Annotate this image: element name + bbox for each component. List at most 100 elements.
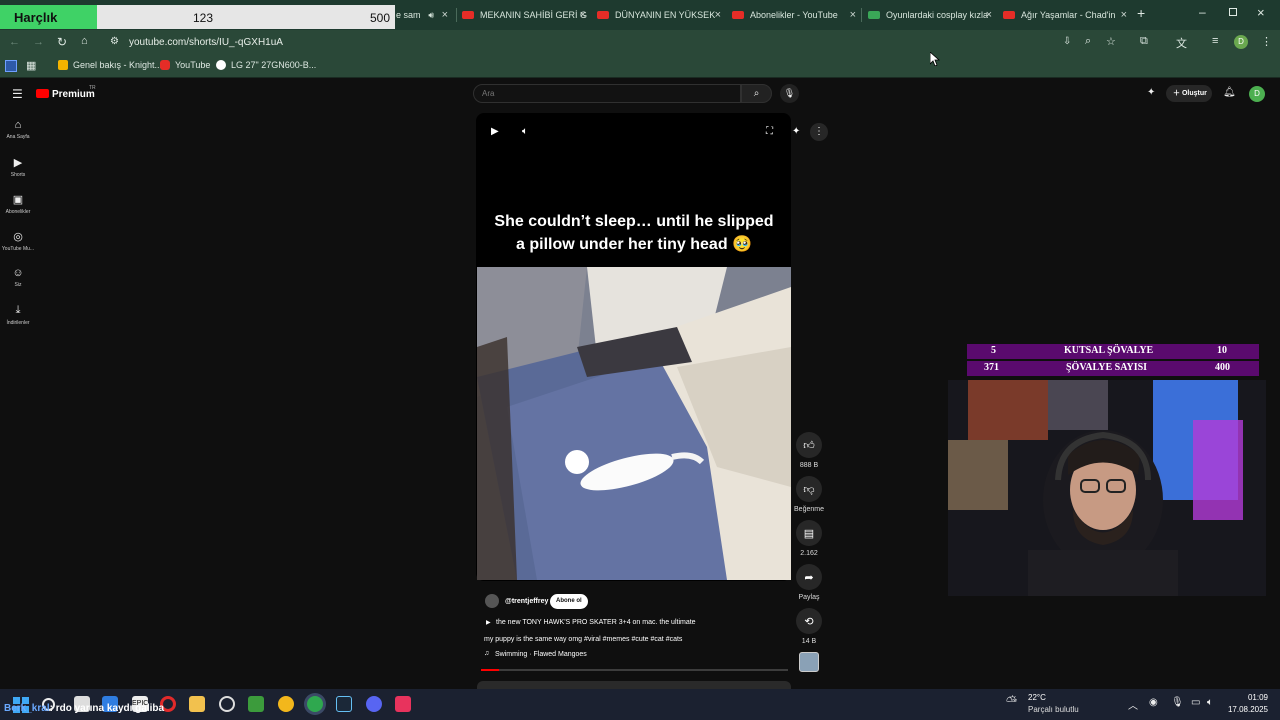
sidebar-label: Ana Sayfa: [6, 134, 30, 140]
xbox-icon[interactable]: [248, 696, 264, 712]
download-icon: ⤓: [15, 304, 21, 316]
next-short-preview[interactable]: [477, 681, 791, 689]
network-icon[interactable]: ▭: [1191, 697, 1200, 708]
clock-date[interactable]: 17.08.2025: [1226, 705, 1268, 714]
play-icon[interactable]: ▶: [491, 126, 499, 137]
new-tab-icon[interactable]: +: [1137, 5, 1145, 21]
fullscreen-icon[interactable]: ⛶: [766, 126, 773, 137]
sidebar-item-subscriptions[interactable]: ▣ Abonelikler: [0, 193, 36, 215]
sidebar-item-youtube-music[interactable]: ◎ YouTube Mu...: [0, 230, 36, 252]
clock-time[interactable]: 01:09: [1230, 693, 1268, 702]
file-explorer-icon[interactable]: [189, 696, 205, 712]
subscribe-button[interactable]: Abone ol: [550, 594, 588, 609]
close-tab-icon[interactable]: ×: [1121, 9, 1127, 21]
grid-icon[interactable]: ▦: [26, 59, 36, 72]
minimize-icon[interactable]: –: [1199, 5, 1206, 19]
account-avatar[interactable]: D: [1249, 86, 1265, 102]
browser-tab[interactable]: DÜNYANIN EN YÜKSEK ×: [597, 4, 725, 26]
sidebar-item-shorts[interactable]: ▶ Shorts: [0, 156, 36, 178]
close-tab-icon[interactable]: ×: [715, 9, 721, 21]
chrome-icon[interactable]: [278, 696, 294, 712]
voice-search-button[interactable]: 🎙︎: [780, 84, 799, 103]
profile-avatar[interactable]: D: [1234, 35, 1248, 49]
youtube-logo-icon[interactable]: [36, 89, 49, 98]
discord-icon[interactable]: [366, 696, 382, 712]
site-info-icon[interactable]: ⚙: [110, 36, 119, 47]
tab-divider: [456, 8, 457, 22]
more-options-icon[interactable]: ⋮: [810, 123, 828, 141]
remix-button[interactable]: ⟲ 14 B: [796, 608, 822, 645]
tab-title: Oyunlardaki cosplay kızla: [886, 10, 989, 20]
browser-tab[interactable]: Abonelikler - YouTube ×: [732, 4, 860, 26]
tray-chevron-icon[interactable]: ︿: [1128, 697, 1138, 712]
browser-tab[interactable]: Oyunlardaki cosplay kızla ×: [868, 4, 996, 26]
browser-tab[interactable]: MEKANIN SAHİBİ GERİ G ×: [462, 4, 590, 26]
steam-icon[interactable]: [336, 696, 352, 712]
sidebar-label: YouTube Mu...: [1, 246, 35, 252]
weather-temp[interactable]: 22°C: [1028, 693, 1046, 702]
close-window-icon[interactable]: ×: [1257, 5, 1265, 20]
close-tab-icon[interactable]: ×: [986, 9, 992, 21]
address-bar[interactable]: youtube.com/shorts/IU_-qGXH1uA: [129, 37, 283, 48]
google-icon: [216, 60, 226, 70]
bookmarks-bar: ▦ Genel bakış - Knight... YouTube LG 27"…: [0, 56, 1280, 78]
menu-kebab-icon[interactable]: ⋮: [1261, 35, 1272, 48]
reload-icon[interactable]: ↻: [57, 35, 67, 49]
speaker-tray-icon[interactable]: 🔈︎: [1207, 697, 1213, 708]
mouse-cursor-icon: [930, 52, 940, 66]
media-control-icon[interactable]: ≡: [1212, 35, 1218, 47]
weather-icon[interactable]: ⛅︎: [1006, 693, 1017, 710]
back-icon[interactable]: ←: [9, 36, 20, 48]
extensions-icon[interactable]: ⧉: [1140, 35, 1148, 48]
hamburger-menu-icon[interactable]: ☰: [12, 87, 23, 101]
browser-tab[interactable]: Ağır Yaşamlar - Chad'in ×: [1003, 4, 1131, 26]
expand-title-icon[interactable]: ▶: [486, 619, 491, 626]
short-description: my puppy is the same way omg #viral #mem…: [484, 636, 683, 643]
channel-name[interactable]: @trentjeffrey: [505, 598, 548, 605]
close-tab-icon[interactable]: ×: [850, 9, 856, 21]
close-tab-icon[interactable]: ×: [580, 9, 586, 21]
restore-icon[interactable]: [1229, 8, 1237, 16]
like-count: 888 B: [799, 462, 819, 469]
search-button[interactable]: ⌕: [741, 84, 772, 103]
sidebar-item-downloads[interactable]: ⤓ İndirilenler: [0, 304, 36, 326]
video-progress-bar[interactable]: [481, 669, 788, 671]
dislike-button[interactable]: 👎︎ Beğenme: [790, 476, 828, 513]
sidebar-item-home[interactable]: ⌂ Ana Sayfa: [0, 119, 36, 140]
chat-username: Berk_kral: [4, 703, 50, 714]
notifications-bell-icon[interactable]: 🔔︎: [1223, 87, 1236, 98]
bookmark-item[interactable]: Genel bakış - Knight...: [58, 60, 162, 70]
cast-icon[interactable]: ✦: [1147, 87, 1155, 98]
zoom-icon[interactable]: ⌕: [1085, 35, 1091, 48]
tiktok-icon[interactable]: [395, 696, 411, 712]
short-title[interactable]: the new TONY HAWK'S PRO SKATER 3+4 on ma…: [496, 619, 696, 626]
music-track-link[interactable]: Swimming · Flawed Mangoes: [495, 651, 587, 658]
create-button[interactable]: ＋ Oluştur: [1166, 85, 1212, 102]
bookmark-star-icon[interactable]: ☆: [1106, 35, 1116, 48]
channel-avatar[interactable]: [485, 594, 499, 608]
comments-button[interactable]: ▤ 2.162: [796, 520, 822, 557]
bookmark-item[interactable]: YouTube: [160, 60, 210, 70]
home-icon[interactable]: ⌂: [81, 35, 88, 47]
tab-title: DÜNYANIN EN YÜKSEK: [615, 10, 716, 20]
share-button[interactable]: ➦ Paylaş: [796, 564, 822, 601]
close-tab-icon[interactable]: ×: [442, 9, 448, 21]
bookmark-item[interactable]: LG 27" 27GN600-B...: [216, 60, 316, 70]
forward-icon[interactable]: →: [33, 36, 44, 48]
microphone-tray-icon[interactable]: 🎙︎: [1171, 697, 1184, 708]
like-button[interactable]: 👍︎ 888 B: [796, 432, 822, 469]
install-app-icon[interactable]: ⇩: [1063, 36, 1071, 47]
sidebar-item-you[interactable]: ☺ Siz: [0, 267, 36, 288]
browser-tab[interactable]: e sam 🔊︎ ×: [396, 4, 452, 26]
weather-desc[interactable]: Parçalı bulutlu: [1028, 705, 1079, 714]
audio-thumbnail[interactable]: [799, 652, 819, 672]
translate-icon[interactable]: 文: [1176, 35, 1187, 51]
chrome-active-icon[interactable]: [307, 696, 323, 712]
search-input[interactable]: Ara: [473, 84, 741, 103]
volume-icon[interactable]: 🔈︎: [522, 126, 528, 137]
apps-icon[interactable]: [5, 60, 17, 72]
app-icon[interactable]: [219, 696, 235, 712]
knight-goal: 10: [1217, 345, 1227, 356]
tray-app-icon[interactable]: ◉: [1149, 697, 1158, 708]
shorts-settings-icon[interactable]: ✦: [792, 126, 800, 137]
